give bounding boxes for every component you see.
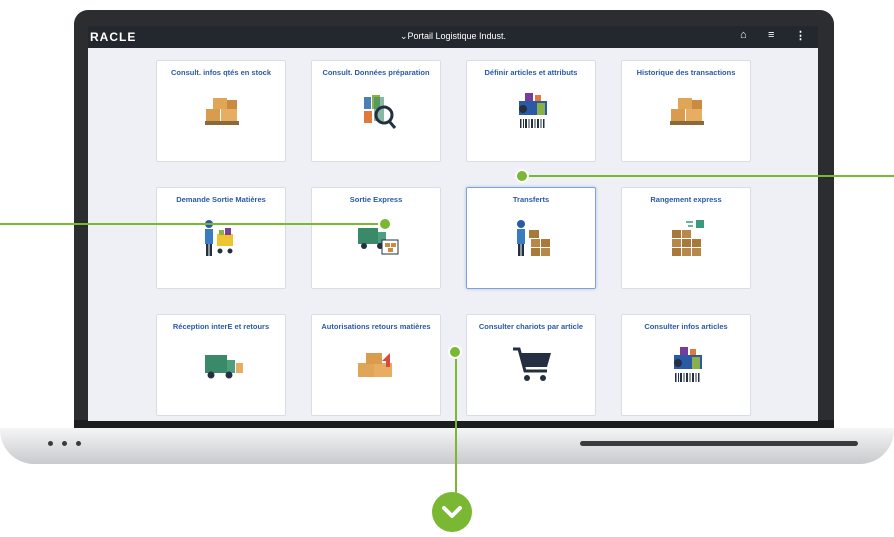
callout-line-left xyxy=(0,223,385,225)
tile-express-putaway[interactable]: Rangement express xyxy=(621,187,751,289)
tile-transaction-history[interactable]: Historique des transactions xyxy=(621,60,751,162)
tile-label: Consulter chariots par article xyxy=(478,322,584,331)
tile-label: Consult. Données préparation xyxy=(322,68,430,77)
tile-carts-by-item[interactable]: Consulter chariots par article xyxy=(466,314,596,416)
home-icon[interactable]: ⌂ xyxy=(740,29,747,41)
indicator-dot xyxy=(76,441,81,446)
tile-express-issue[interactable]: Sortie Express xyxy=(311,187,441,289)
tile-label: Consult. infos qtés en stock xyxy=(170,68,271,77)
tile-label: Consulter infos articles xyxy=(644,322,728,331)
tile-reception-returns[interactable]: Réception interE et retours xyxy=(156,314,286,416)
indicator-dot xyxy=(48,441,53,446)
laptop-slot xyxy=(580,441,858,446)
chevron-down-icon xyxy=(442,506,462,518)
tile-label: Définir articles et attributs xyxy=(484,68,578,77)
portal-title[interactable]: ⌄Portail Logistique Indust. xyxy=(88,31,818,42)
tile-label: Autorisations retours matières xyxy=(321,322,431,331)
boxes-stack-icon xyxy=(672,220,704,256)
callout-dot xyxy=(448,345,462,359)
return-boxes-icon xyxy=(358,353,392,377)
laptop-base xyxy=(0,428,894,464)
chevron-down-badge xyxy=(432,492,472,532)
list-icon[interactable]: ≡ xyxy=(768,29,774,41)
tile-label: Transferts xyxy=(512,195,550,204)
tile-label: Réception interE et retours xyxy=(172,322,270,331)
callout-line-right xyxy=(522,175,894,177)
items-barcode-icon xyxy=(519,93,547,128)
callout-line-down xyxy=(455,352,457,494)
boxes-pallet-icon xyxy=(670,98,704,125)
tile-label: Demande Sortie Matières xyxy=(176,195,266,204)
tile-transfers[interactable]: Transferts xyxy=(466,187,596,289)
top-bar: RACLE ⌄Portail Logistique Indust. ⌂ ≡ ⋮ xyxy=(88,26,818,48)
tile-material-request[interactable]: Demande Sortie Matières xyxy=(156,187,286,289)
tile-return-authorizations[interactable]: Autorisations retours matières xyxy=(311,314,441,416)
tile-define-items[interactable]: Définir articles et attributs xyxy=(466,60,596,162)
indicator-dot xyxy=(62,441,67,446)
tile-label: Rangement express xyxy=(650,195,722,204)
more-icon[interactable]: ⋮ xyxy=(795,29,806,42)
shopping-cart-icon xyxy=(513,347,551,381)
magnifier-icon xyxy=(364,95,397,129)
tile-label: Sortie Express xyxy=(349,195,403,204)
items-barcode-icon xyxy=(674,347,702,382)
callout-dot xyxy=(378,217,392,231)
callout-dot xyxy=(515,169,529,183)
tile-label: Historique des transactions xyxy=(636,68,736,77)
boxes-pallet-icon xyxy=(205,98,239,125)
tile-item-info[interactable]: Consulter infos articles xyxy=(621,314,751,416)
person-boxes-icon xyxy=(517,220,550,256)
tile-consult-stock[interactable]: Consult. infos qtés en stock xyxy=(156,60,286,162)
tile-consult-preparation[interactable]: Consult. Données préparation xyxy=(311,60,441,162)
truck-icon xyxy=(205,355,243,379)
